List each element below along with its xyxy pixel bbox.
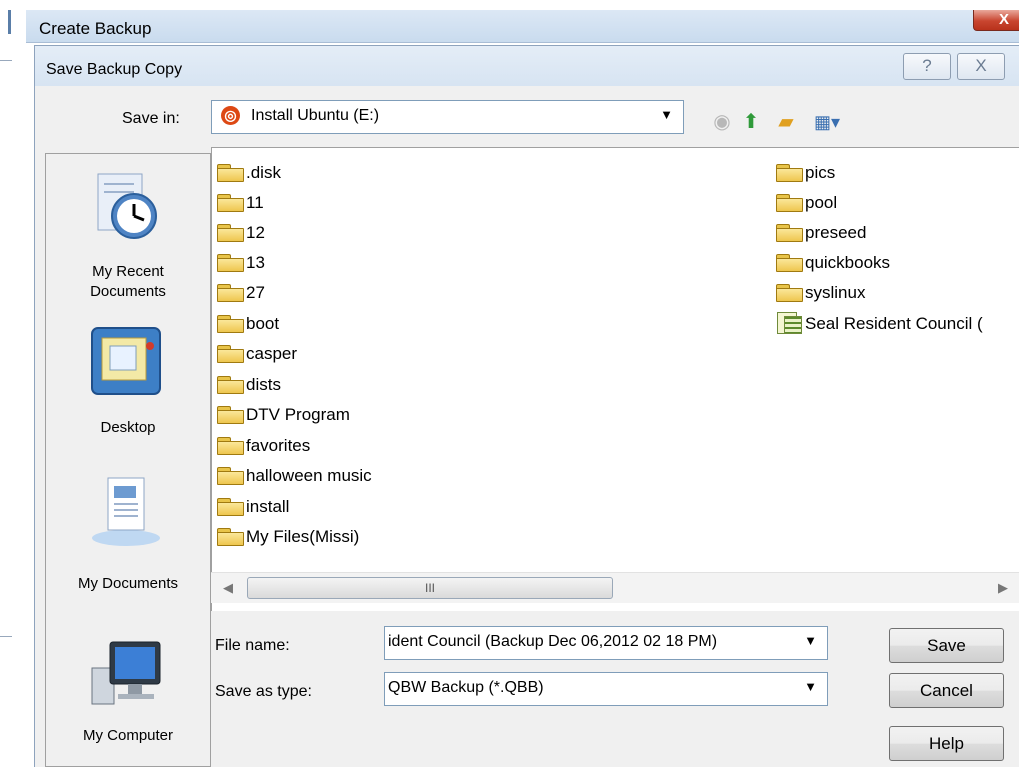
dialog-title: Save Backup Copy [46, 61, 183, 78]
folder-icon [216, 284, 244, 302]
chevron-down-icon: ▼ [804, 679, 817, 694]
save-as-type-label: Save as type: [215, 683, 312, 700]
views-menu-icon[interactable]: ▦▾ [805, 109, 849, 135]
folder-item[interactable]: 12 [216, 218, 265, 248]
folder-item[interactable]: preseed [775, 218, 866, 248]
folder-item[interactable]: quickbooks [775, 248, 890, 278]
save-backup-dialog: Save Backup Copy ? X Save in: ◎ Install … [34, 45, 1019, 767]
help-button[interactable]: Help [889, 726, 1004, 761]
my-documents-icon [92, 477, 160, 546]
folder-icon [216, 406, 244, 424]
file-name-value: ident Council (Backup Dec 06,2012 02 18 … [388, 633, 718, 650]
back-icon[interactable]: ◉ [711, 109, 733, 135]
folder-item[interactable]: syslinux [775, 278, 865, 308]
folder-item[interactable]: dists [216, 370, 281, 400]
place-label: Documents [90, 283, 166, 300]
up-folder-icon[interactable]: ⬆ [738, 109, 764, 135]
folder-item[interactable]: install [216, 492, 289, 522]
save-as-type-value: QBW Backup (*.QBB) [388, 679, 544, 696]
save-in-value: Install Ubuntu (E:) [251, 107, 380, 124]
cancel-button[interactable]: Cancel [889, 673, 1004, 708]
save-in-combo[interactable]: ◎ Install Ubuntu (E:) ▼ [211, 100, 684, 134]
horizontal-scrollbar[interactable]: ◀ III ▶ [211, 572, 1019, 603]
folder-icon [775, 164, 803, 182]
file-list[interactable]: .disk 11 12 13 27 boot casper dists DTV … [211, 147, 1019, 611]
place-label: Desktop [100, 419, 156, 436]
folder-item[interactable]: DTV Program [216, 400, 350, 430]
folder-icon [216, 254, 244, 272]
parent-window-edge [0, 0, 14, 766]
help-title-button[interactable]: ? [903, 53, 951, 80]
chevron-down-icon[interactable]: ▼ [800, 633, 817, 648]
folder-icon [216, 345, 244, 363]
scroll-left-icon[interactable]: ◀ [223, 580, 233, 596]
folder-icon [216, 528, 244, 546]
folder-icon [216, 376, 244, 394]
recent-documents-icon [97, 173, 157, 239]
desktop-icon [91, 327, 161, 395]
folder-item[interactable]: casper [216, 339, 297, 369]
my-computer-icon [91, 641, 161, 705]
file-name-combo[interactable]: ident Council (Backup Dec 06,2012 02 18 … [384, 626, 828, 660]
folder-icon [216, 315, 244, 333]
scrollbar-thumb[interactable]: III [247, 577, 613, 599]
folder-icon [216, 164, 244, 182]
place-label: My Recent [92, 263, 164, 280]
folder-item[interactable]: pics [775, 158, 835, 188]
folder-item[interactable]: halloween music [216, 461, 372, 491]
outer-close-button[interactable]: X [973, 10, 1019, 31]
folder-item[interactable]: My Files(Missi) [216, 522, 359, 552]
new-folder-icon[interactable]: ▰ [771, 109, 801, 135]
save-button[interactable]: Save [889, 628, 1004, 663]
folder-icon [216, 498, 244, 516]
place-label: My Documents [77, 575, 179, 592]
save-as-type-combo[interactable]: QBW Backup (*.QBB) ▼ [384, 672, 828, 706]
folder-icon [216, 194, 244, 212]
scroll-right-icon[interactable]: ▶ [998, 580, 1008, 596]
folder-icon [775, 224, 803, 242]
close-title-button[interactable]: X [957, 53, 1005, 80]
folder-item[interactable]: 27 [216, 278, 265, 308]
folder-icon [775, 254, 803, 272]
file-name-label: File name: [215, 637, 290, 654]
folder-icon [216, 224, 244, 242]
outer-window-title: Create Backup [39, 19, 152, 38]
ubuntu-drive-icon: ◎ [221, 106, 240, 125]
folder-icon [775, 194, 803, 212]
folder-icon [775, 284, 803, 302]
folder-item[interactable]: .disk [216, 158, 281, 188]
quickbooks-file-icon [775, 312, 803, 334]
folder-icon [216, 437, 244, 455]
folder-item[interactable]: favorites [216, 431, 310, 461]
folder-item[interactable]: 13 [216, 248, 265, 278]
dialog-titlebar: Save Backup Copy ? X [35, 46, 1019, 86]
folder-item[interactable]: boot [216, 309, 279, 339]
outer-window-titlebar: Create Backup X [26, 10, 1019, 43]
folder-item[interactable]: pool [775, 188, 837, 218]
save-in-label: Save in: [122, 110, 180, 127]
place-label: My Computer [82, 727, 174, 744]
folder-item[interactable]: 11 [216, 188, 264, 218]
file-item[interactable]: Seal Resident Council ( [775, 309, 983, 339]
chevron-down-icon: ▼ [660, 107, 673, 122]
places-bar: My Recent Documents Desktop My Documents [45, 153, 211, 767]
folder-icon [216, 467, 244, 485]
